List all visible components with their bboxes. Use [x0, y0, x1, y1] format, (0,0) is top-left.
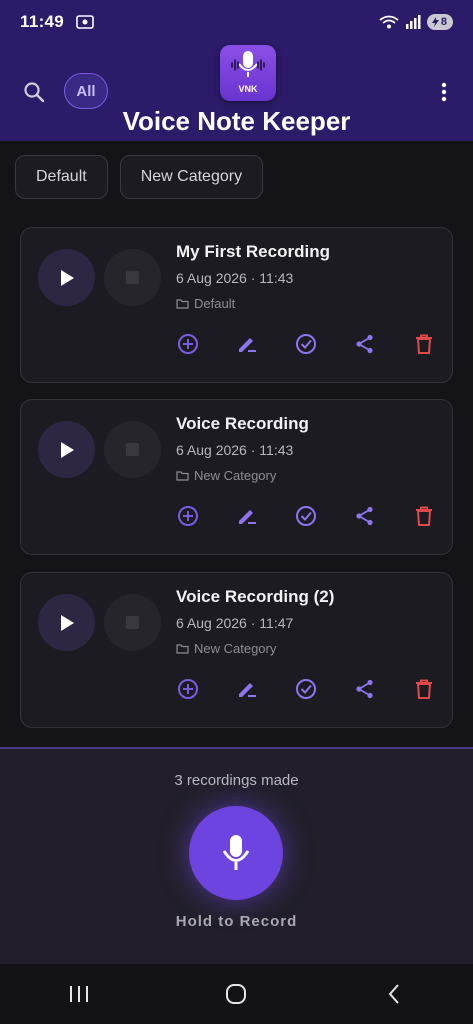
stop-button[interactable] — [104, 421, 161, 478]
edit-icon — [238, 683, 256, 697]
edit-icon — [238, 510, 256, 524]
edit-button[interactable] — [217, 675, 276, 703]
delete-button[interactable] — [394, 675, 453, 703]
recording-title: Voice Recording (2) — [176, 587, 335, 606]
recording-card[interactable]: Voice Recording (2) 6 Aug 2026 · 11:47 N… — [20, 572, 453, 728]
folder-icon — [176, 644, 189, 654]
mark-done-button[interactable] — [276, 330, 335, 358]
add-circle-icon — [177, 506, 198, 526]
play-button[interactable] — [38, 249, 95, 306]
battery-indicator: 8 — [426, 14, 453, 30]
share-button[interactable] — [335, 330, 394, 358]
play-icon — [60, 441, 74, 458]
share-icon — [355, 506, 373, 526]
mark-done-button[interactable] — [276, 675, 335, 703]
recents-icon — [69, 986, 88, 1002]
add-button[interactable] — [158, 502, 217, 530]
category-chips: Default New Category — [15, 155, 264, 199]
edit-button[interactable] — [217, 502, 276, 530]
mic-icon — [222, 835, 250, 870]
edit-icon — [238, 338, 256, 352]
stop-button[interactable] — [104, 594, 161, 651]
app-title: Voice Note Keeper — [122, 106, 351, 136]
play-button[interactable] — [38, 421, 95, 478]
recording-actions — [158, 330, 453, 358]
check-circle-icon — [295, 334, 316, 354]
recording-actions — [158, 675, 453, 703]
status-time: 11:49 — [20, 12, 65, 31]
add-button[interactable] — [158, 675, 217, 703]
recording-category: New Category — [176, 468, 276, 483]
wifi-icon — [379, 15, 399, 29]
recording-category: New Category — [176, 641, 276, 656]
app-logo: VNK — [220, 45, 276, 101]
delete-icon — [415, 679, 432, 699]
delete-button[interactable] — [394, 330, 453, 358]
battery-level: 8 — [440, 16, 447, 28]
back-button[interactable] — [374, 979, 414, 1009]
edit-button[interactable] — [217, 330, 276, 358]
play-icon — [60, 269, 74, 286]
check-circle-icon — [295, 679, 316, 699]
stop-button[interactable] — [104, 249, 161, 306]
search-icon[interactable] — [22, 80, 46, 104]
charging-icon — [431, 17, 439, 27]
delete-icon — [415, 506, 432, 526]
more-vert-icon[interactable] — [437, 80, 451, 104]
category-chip-new[interactable]: New Category — [119, 155, 264, 199]
home-icon — [226, 984, 247, 1004]
recording-category-label: Default — [194, 296, 236, 311]
recording-date: 6 Aug 2026 · 11:43 — [176, 442, 294, 458]
delete-icon — [415, 334, 432, 354]
stop-icon — [126, 271, 139, 284]
share-button[interactable] — [335, 675, 394, 703]
recording-category: Default — [176, 296, 235, 311]
recording-card[interactable]: Voice Recording 6 Aug 2026 · 11:43 New C… — [20, 399, 453, 555]
share-icon — [355, 679, 373, 699]
add-button[interactable] — [158, 330, 217, 358]
stop-icon — [126, 616, 139, 629]
mark-done-button[interactable] — [276, 502, 335, 530]
play-icon — [60, 614, 74, 631]
recent-apps-button[interactable] — [59, 979, 99, 1009]
category-chip-default[interactable]: Default — [15, 155, 108, 199]
add-circle-icon — [177, 679, 198, 699]
play-button[interactable] — [38, 594, 95, 651]
back-icon — [388, 984, 399, 1004]
status-bar: 11:49 8 — [0, 0, 473, 44]
folder-icon — [176, 471, 189, 481]
app-header: All VNK Voice Note Keeper — [0, 44, 473, 141]
signal-icon — [405, 15, 421, 29]
recordings-count: 3 recordings made — [174, 772, 299, 789]
share-button[interactable] — [335, 502, 394, 530]
recording-date: 6 Aug 2026 · 11:43 — [176, 270, 294, 286]
system-nav-bar — [0, 964, 473, 1024]
record-panel: 3 recordings made Hold to Record — [0, 747, 473, 964]
folder-icon — [176, 299, 189, 309]
share-icon — [355, 334, 373, 354]
recording-category-label: New Category — [194, 641, 277, 656]
recording-title: Voice Recording — [176, 414, 309, 433]
recording-actions — [158, 502, 453, 530]
delete-button[interactable] — [394, 502, 453, 530]
record-button[interactable] — [189, 806, 283, 900]
logo-mic-icon — [231, 51, 265, 77]
recording-title: My First Recording — [176, 242, 330, 261]
recording-date: 6 Aug 2026 · 11:47 — [176, 615, 294, 631]
screen-record-icon — [76, 15, 94, 29]
add-circle-icon — [177, 334, 198, 354]
recording-category-label: New Category — [194, 468, 277, 483]
recording-card[interactable]: My First Recording 6 Aug 2026 · 11:43 De… — [20, 227, 453, 383]
home-button[interactable] — [216, 979, 256, 1009]
logo-text: VNK — [238, 84, 258, 94]
check-circle-icon — [295, 506, 316, 526]
stop-icon — [126, 443, 139, 456]
hold-to-record-label: Hold to Record — [175, 913, 298, 930]
filter-all-button[interactable]: All — [64, 73, 108, 109]
